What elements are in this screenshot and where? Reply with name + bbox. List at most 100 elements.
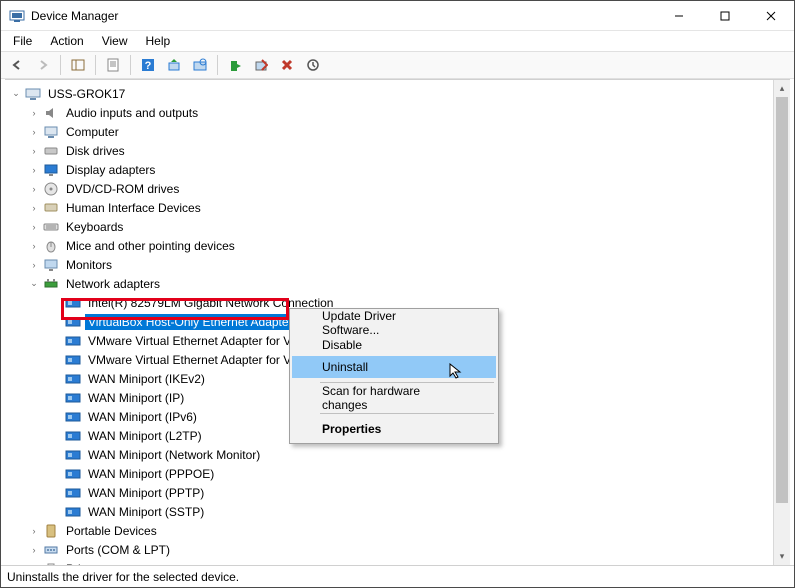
disable-button[interactable] (249, 53, 273, 77)
tree-label: DVD/CD-ROM drives (63, 181, 182, 197)
tree-device-wan-nm[interactable]: WAN Miniport (Network Monitor) (7, 445, 773, 464)
tree-label: Human Interface Devices (63, 200, 204, 216)
tree-label: Mice and other pointing devices (63, 238, 238, 254)
expander-icon[interactable]: › (27, 125, 41, 139)
printer-icon (43, 561, 59, 566)
tree-category-disk[interactable]: › Disk drives (7, 141, 773, 160)
minimize-button[interactable] (656, 1, 702, 31)
tree-category-computer[interactable]: › Computer (7, 122, 773, 141)
expander-icon[interactable]: › (27, 543, 41, 557)
svg-text:?: ? (145, 60, 152, 72)
tree-root[interactable]: ⌄ USS-GROK17 (7, 84, 773, 103)
ctx-disable[interactable]: Disable (292, 334, 496, 356)
ctx-label: Scan for hardware changes (322, 384, 456, 412)
tree-category-monitors[interactable]: › Monitors (7, 255, 773, 274)
expander-icon[interactable]: › (27, 106, 41, 120)
help-button[interactable]: ? (136, 53, 160, 77)
tree-category-hid[interactable]: › Human Interface Devices (7, 198, 773, 217)
scroll-up-button[interactable]: ▴ (774, 80, 790, 97)
expander-icon[interactable]: › (27, 144, 41, 158)
dvd-icon (43, 181, 59, 197)
hid-icon (43, 200, 59, 216)
tree-label: Monitors (63, 257, 115, 273)
tree-label: WAN Miniport (IPv6) (85, 409, 200, 425)
ctx-properties[interactable]: Properties (292, 418, 496, 440)
menu-help[interactable]: Help (138, 32, 179, 50)
status-text: Uninstalls the driver for the selected d… (7, 570, 239, 584)
tree-label: WAN Miniport (PPTP) (85, 485, 207, 501)
tree-category-mice[interactable]: › Mice and other pointing devices (7, 236, 773, 255)
update-driver-button[interactable] (162, 53, 186, 77)
tree-device-wan-pppoe[interactable]: WAN Miniport (PPPOE) (7, 464, 773, 483)
back-button[interactable] (5, 53, 29, 77)
expander-icon[interactable]: › (27, 562, 41, 566)
ctx-uninstall[interactable]: Uninstall (292, 356, 496, 378)
audio-icon (43, 105, 59, 121)
ctx-update-driver[interactable]: Update Driver Software... (292, 312, 496, 334)
tree-category-keyboards[interactable]: › Keyboards (7, 217, 773, 236)
tree-label: Ports (COM & LPT) (63, 542, 173, 558)
tree-label: Computer (63, 124, 122, 140)
uninstall-button[interactable] (275, 53, 299, 77)
enable-button[interactable] (223, 53, 247, 77)
forward-button[interactable] (31, 53, 55, 77)
expander-icon[interactable]: › (27, 201, 41, 215)
expander-icon[interactable]: ⌄ (9, 87, 23, 101)
tree-label: VirtualBox Host-Only Ethernet Adapter (85, 314, 291, 330)
expander-icon[interactable]: ⌄ (27, 277, 41, 291)
network-adapter-icon (65, 466, 81, 482)
scroll-down-button[interactable]: ▾ (774, 548, 790, 565)
tree-label: Disk drives (63, 143, 128, 159)
scan-hardware-button[interactable] (188, 53, 212, 77)
tree-label: WAN Miniport (IKEv2) (85, 371, 208, 387)
expander-icon[interactable]: › (27, 163, 41, 177)
legacy-hardware-button[interactable] (301, 53, 325, 77)
titlebar: Device Manager (1, 1, 794, 31)
network-adapter-icon (65, 314, 81, 330)
display-icon (43, 162, 59, 178)
scroll-thumb[interactable] (776, 97, 788, 503)
network-adapter-icon (65, 485, 81, 501)
tree-category-dvd[interactable]: › DVD/CD-ROM drives (7, 179, 773, 198)
menu-view[interactable]: View (94, 32, 136, 50)
ctx-label: Disable (322, 338, 362, 352)
tree-category-ports[interactable]: › Ports (COM & LPT) (7, 540, 773, 559)
tree-category-portable[interactable]: › Portable Devices (7, 521, 773, 540)
tree-label: Audio inputs and outputs (63, 105, 201, 121)
network-adapter-icon (65, 333, 81, 349)
menu-file[interactable]: File (5, 32, 40, 50)
ctx-separator (320, 382, 494, 383)
scroll-track[interactable] (774, 97, 790, 548)
expander-icon[interactable]: › (27, 239, 41, 253)
computer-icon (25, 86, 41, 102)
tree-device-wan-sstp[interactable]: WAN Miniport (SSTP) (7, 502, 773, 521)
expander-icon[interactable]: › (27, 524, 41, 538)
close-button[interactable] (748, 1, 794, 31)
tree-device-wan-pptp[interactable]: WAN Miniport (PPTP) (7, 483, 773, 502)
tree-label: WAN Miniport (Network Monitor) (85, 447, 263, 463)
portable-icon (43, 523, 59, 539)
ctx-label: Uninstall (322, 360, 368, 374)
properties-button[interactable] (101, 53, 125, 77)
tree-category-display[interactable]: › Display adapters (7, 160, 773, 179)
vertical-scrollbar[interactable]: ▴ ▾ (773, 80, 790, 565)
tree-category-printq[interactable]: › Print queues (7, 559, 773, 565)
show-hide-console-tree-button[interactable] (66, 53, 90, 77)
expander-icon[interactable]: › (27, 220, 41, 234)
network-icon (43, 276, 59, 292)
expander-icon[interactable]: › (27, 258, 41, 272)
network-adapter-icon (65, 409, 81, 425)
tree-category-network[interactable]: ⌄ Network adapters (7, 274, 773, 293)
expander-icon[interactable]: › (27, 182, 41, 196)
menu-action[interactable]: Action (42, 32, 91, 50)
network-adapter-icon (65, 295, 81, 311)
statusbar: Uninstalls the driver for the selected d… (1, 565, 794, 587)
menubar: File Action View Help (1, 31, 794, 51)
ctx-scan[interactable]: Scan for hardware changes (292, 387, 496, 409)
network-adapter-icon (65, 390, 81, 406)
tree-category-audio[interactable]: › Audio inputs and outputs (7, 103, 773, 122)
network-adapter-icon (65, 447, 81, 463)
maximize-button[interactable] (702, 1, 748, 31)
window-title: Device Manager (31, 9, 118, 23)
network-adapter-icon (65, 428, 81, 444)
